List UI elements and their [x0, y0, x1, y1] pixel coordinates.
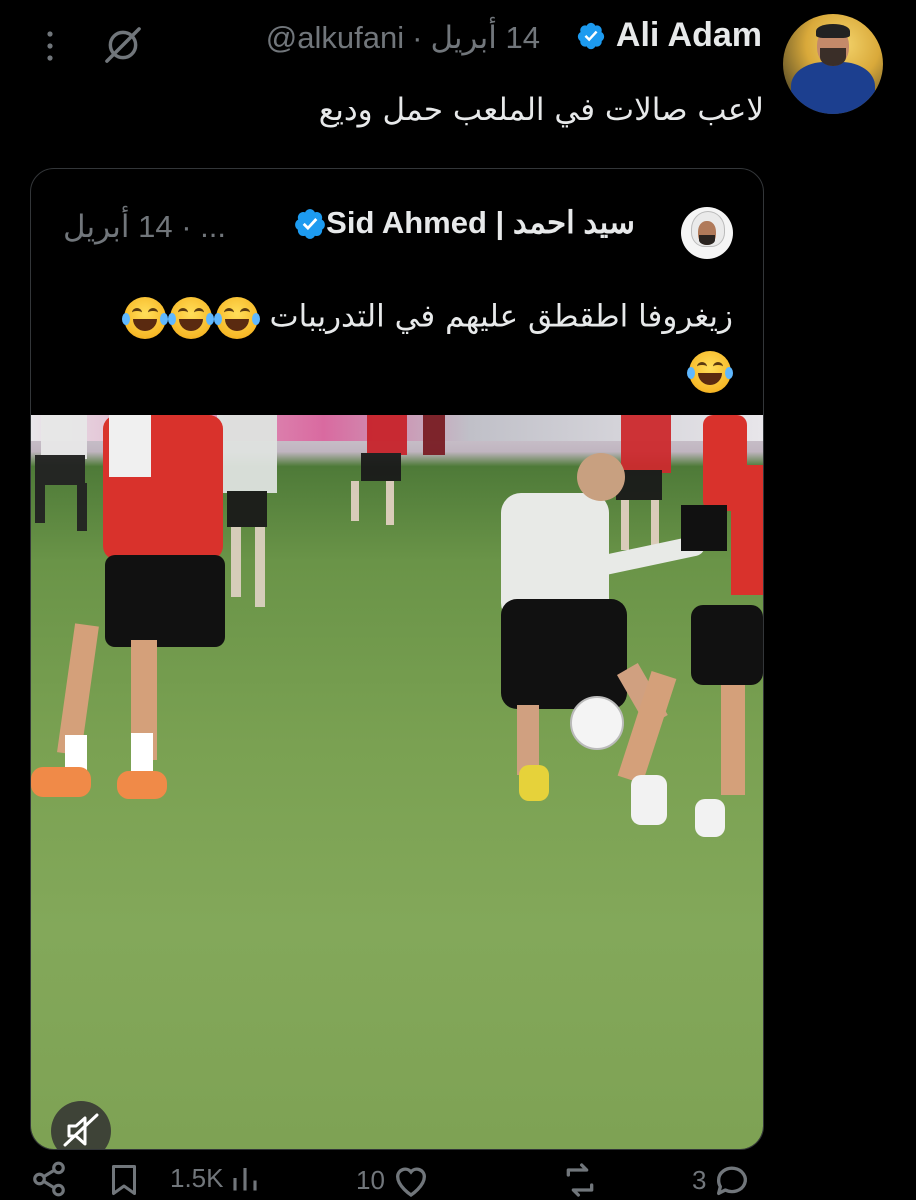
- tweet-date[interactable]: 14 أبريل: [430, 20, 540, 55]
- bookmark-button[interactable]: [106, 1160, 142, 1200]
- quoted-author-avatar[interactable]: [681, 207, 733, 259]
- quoted-meta: 14 أبريل · ...: [63, 209, 226, 245]
- quoted-text: زيغروفا اطقطق عليهم في التدريبات: [269, 298, 733, 335]
- author-display-name: Ali Adam: [615, 16, 762, 54]
- tweet-text: لاعب صالات في الملعب حمل وديع: [318, 92, 764, 128]
- laughing-tears-emoji-icon: [213, 297, 260, 339]
- laughing-tears-emoji-icon: [687, 351, 733, 393]
- quoted-meta-separator: ·: [181, 209, 192, 244]
- views-chart-icon: [232, 1168, 257, 1191]
- mute-icon: [63, 1113, 99, 1147]
- hide-icon[interactable]: [100, 22, 146, 68]
- quoted-tweet-card[interactable]: Sid Ahmed | سيد احمد 14 أبريل · ... زيغر…: [30, 168, 764, 1150]
- bookmark-icon: [112, 1165, 136, 1195]
- reply-button[interactable]: 3: [692, 1160, 752, 1200]
- quoted-handle-ellipsis: ...: [200, 209, 226, 244]
- laughing-tears-emoji-icon: [167, 297, 214, 339]
- quoted-video[interactable]: [31, 415, 763, 1149]
- author-handle[interactable]: @alkufani: [266, 20, 404, 55]
- share-icon: [33, 1161, 65, 1197]
- repost-icon: [566, 1163, 594, 1197]
- quoted-author-name: Sid Ahmed | سيد احمد: [326, 205, 635, 240]
- more-options-icon[interactable]: [40, 26, 60, 66]
- author-name-row[interactable]: Ali Adam: [576, 16, 762, 55]
- quoted-date[interactable]: 14 أبريل: [63, 209, 173, 244]
- verified-badge-icon: [577, 22, 605, 49]
- replies-count: 3: [692, 1164, 707, 1195]
- share-button[interactable]: [30, 1160, 68, 1198]
- heart-icon: [395, 1167, 426, 1197]
- tweet-actions: 1.5K 10 3: [0, 1160, 916, 1200]
- like-button[interactable]: 10: [356, 1160, 431, 1200]
- likes-count: 10: [356, 1164, 385, 1195]
- views-count: 1.5K: [170, 1162, 224, 1193]
- tweet-meta: @alkufani · 14 أبريل: [258, 20, 540, 56]
- emoji-row-1: [121, 297, 260, 339]
- video-frame-illustration: [31, 415, 763, 837]
- author-avatar[interactable]: [783, 14, 883, 114]
- quoted-verified-badge-icon: [295, 209, 325, 239]
- views-button[interactable]: 1.5K: [170, 1160, 260, 1196]
- quoted-text-line1: زيغروفا اطقطق عليهم في التدريبات: [121, 297, 733, 339]
- repost-button[interactable]: [560, 1160, 606, 1200]
- meta-separator: ·: [412, 20, 423, 55]
- laughing-tears-emoji-icon: [121, 297, 168, 339]
- reply-icon: [717, 1166, 748, 1195]
- unmute-button[interactable]: [51, 1101, 111, 1149]
- emoji-row-2: [687, 351, 733, 393]
- quoted-text-line2: [687, 351, 733, 393]
